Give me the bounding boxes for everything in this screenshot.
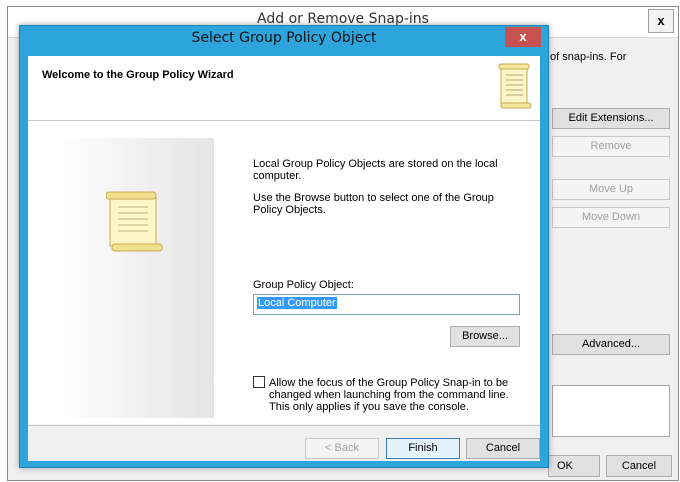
edit-extensions-button[interactable]: Edit Extensions... — [552, 108, 670, 129]
scroll-icon — [106, 191, 163, 252]
background-cancel-button[interactable]: Cancel — [606, 455, 672, 477]
advanced-button[interactable]: Advanced... — [552, 334, 670, 355]
browse-button[interactable]: Browse... — [450, 326, 520, 347]
allow-focus-label: Allow the focus of the Group Policy Snap… — [269, 377, 509, 413]
local-gpo-info: Local Group Policy Objects are stored on… — [253, 158, 498, 182]
snapin-description-box — [552, 385, 670, 437]
ok-button[interactable]: OK — [548, 455, 600, 477]
browse-hint: Use the Browse button to select one of t… — [253, 192, 494, 216]
wizard-content: Local Group Policy Objects are stored on… — [28, 121, 540, 424]
move-down-button[interactable]: Move Down — [552, 207, 670, 228]
wizard-title: Select Group Policy Object — [191, 30, 377, 46]
gpo-input-value: Local Computer — [257, 297, 337, 309]
select-gpo-wizard: Select Group Policy Object x Welcome to … — [19, 25, 549, 468]
finish-button[interactable]: Finish — [386, 438, 460, 459]
gpo-input[interactable]: Local Computer — [253, 294, 520, 315]
cancel-button[interactable]: Cancel — [466, 438, 540, 459]
back-button[interactable]: < Back — [305, 438, 379, 459]
allow-focus-checkbox[interactable] — [253, 376, 265, 388]
footer-divider — [28, 425, 540, 426]
move-up-button[interactable]: Move Up — [552, 179, 670, 200]
gpo-label: Group Policy Object: — [253, 279, 354, 291]
wizard-side-panel — [54, 138, 214, 418]
background-close-button[interactable]: x — [648, 9, 674, 33]
snapins-description: of snap-ins. For — [550, 51, 627, 63]
wizard-close-button[interactable]: x — [505, 27, 541, 47]
wizard-client-area: Welcome to the Group Policy Wizard Local… — [28, 56, 540, 461]
wizard-header: Welcome to the Group Policy Wizard — [28, 56, 540, 121]
scroll-icon — [498, 63, 532, 109]
wizard-heading: Welcome to the Group Policy Wizard — [42, 69, 234, 81]
remove-button[interactable]: Remove — [552, 136, 670, 157]
